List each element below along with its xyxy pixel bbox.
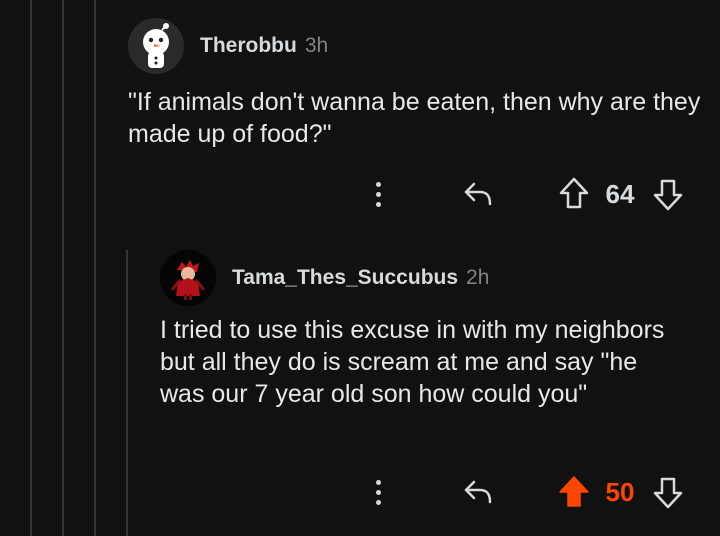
comment: Therobbu 3h "If animals don't wanna be e… [128, 18, 708, 211]
more-options-icon[interactable] [368, 181, 388, 207]
snoo-avatar-icon [128, 18, 184, 74]
timestamp: 2h [466, 266, 490, 289]
reply-icon[interactable] [458, 472, 498, 512]
comment-body: I tried to use this excuse in with my ne… [160, 316, 665, 408]
comment-thread: Therobbu 3h "If animals don't wanna be e… [0, 0, 720, 536]
upvote-icon[interactable] [556, 472, 592, 512]
comment-actions: 50 [368, 472, 686, 512]
downvote-icon[interactable] [650, 174, 686, 214]
upvote-icon[interactable] [556, 174, 592, 214]
thread-line[interactable] [126, 250, 128, 536]
comment-header: Tama_Thes_Succubus 2h [160, 250, 708, 306]
red-character-avatar-icon [160, 250, 216, 306]
more-options-icon[interactable] [368, 479, 388, 505]
comment-header: Therobbu 3h [128, 18, 708, 74]
vote-score: 64 [605, 178, 635, 209]
comment: Tama_Thes_Succubus 2h I tried to use thi… [160, 250, 708, 509]
avatar[interactable] [128, 18, 184, 74]
reply-icon[interactable] [458, 174, 498, 214]
avatar[interactable] [160, 250, 216, 306]
comment-body: "If animals don't wanna be eaten, then w… [128, 88, 701, 148]
thread-line[interactable] [62, 0, 64, 536]
thread-line[interactable] [30, 0, 32, 536]
timestamp: 3h [304, 34, 329, 57]
username[interactable]: Therobbu [200, 34, 297, 58]
downvote-icon[interactable] [650, 472, 686, 512]
comment-actions: 64 [368, 174, 686, 214]
thread-line[interactable] [94, 0, 96, 536]
username[interactable]: Tama_Thes_Succubus [232, 266, 458, 290]
vote-score: 50 [605, 476, 635, 507]
